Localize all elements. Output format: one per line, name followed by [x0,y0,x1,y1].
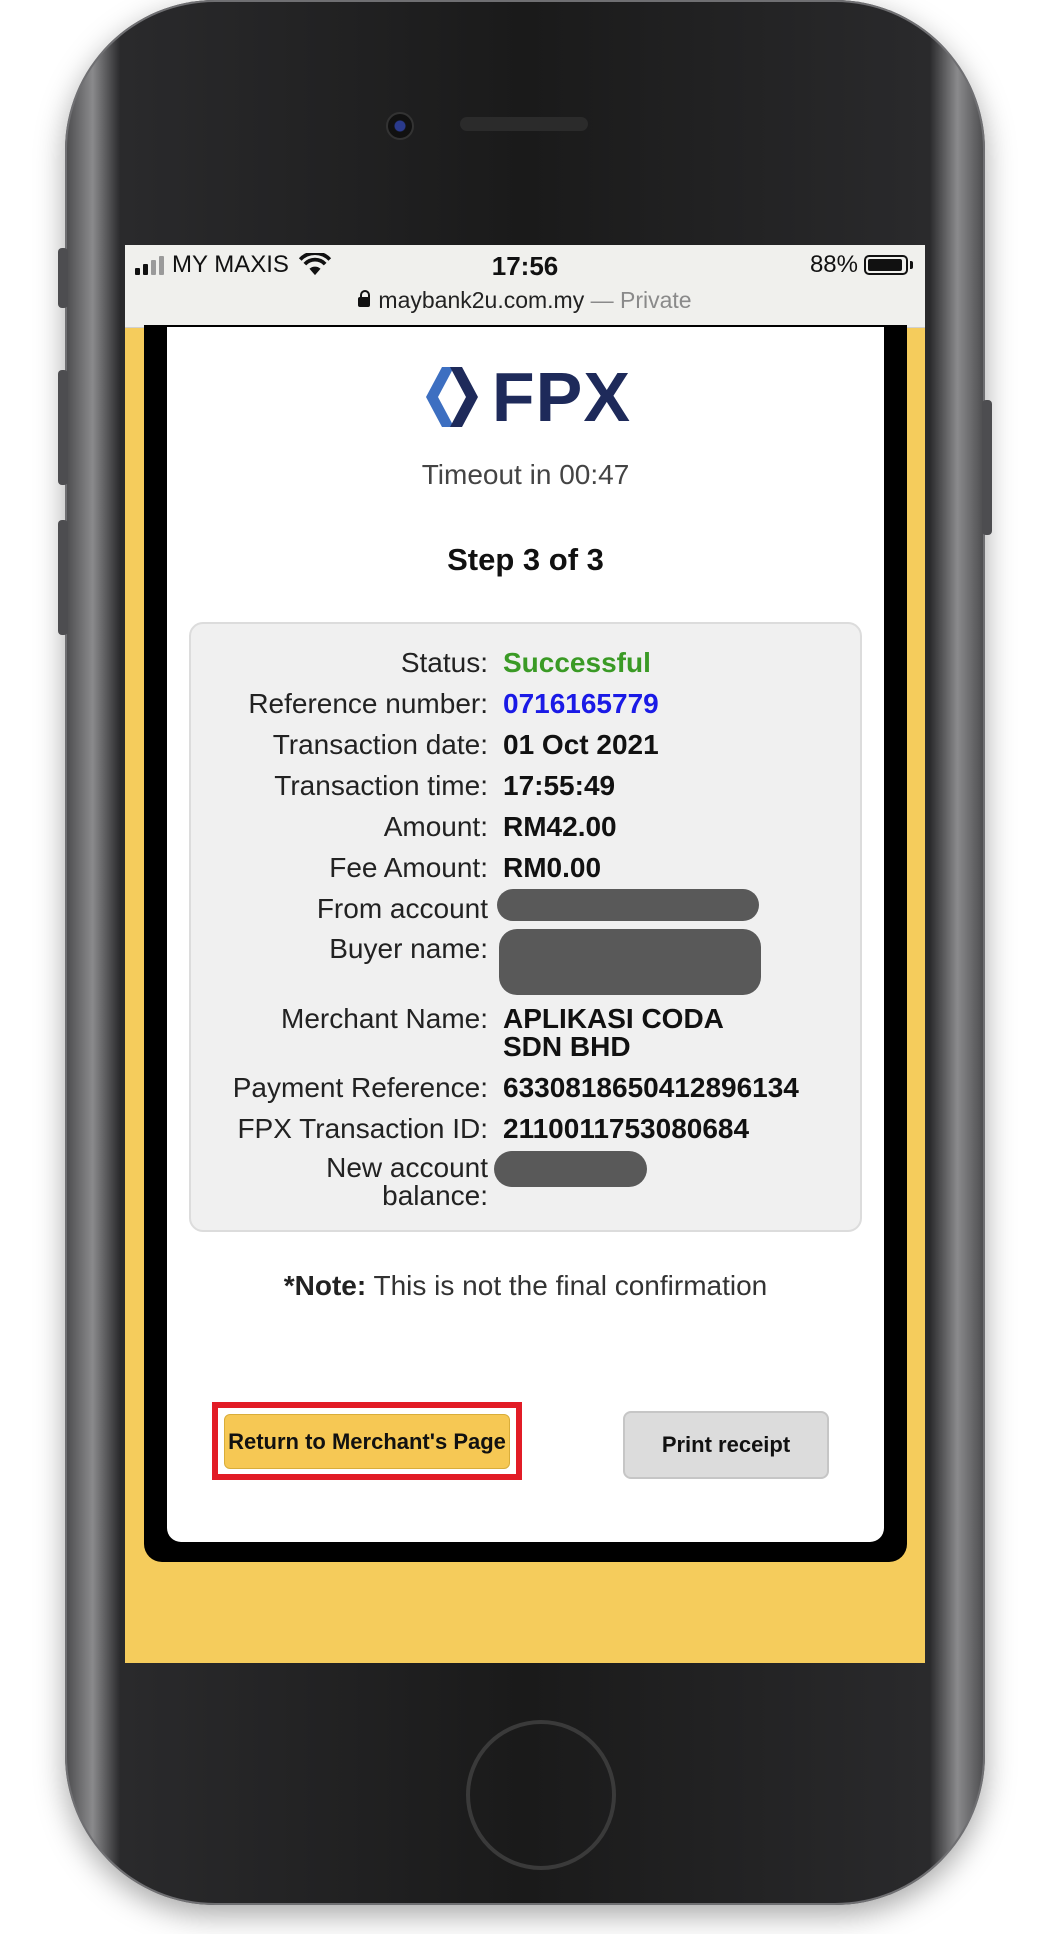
timeout-text: Timeout in 00:47 [421,459,630,490]
balance-label: New account balance: [326,1152,488,1211]
fpx-receipt-modal: FPX Timeout in 00:47 Step 3 of 3 Status:… [167,327,884,1542]
print-receipt-button[interactable]: Print receipt [623,1411,829,1479]
reference-label: Reference number: [248,688,488,719]
status-label: Status: [400,647,488,678]
payment-reference-value: 6330818650412896134 [503,1072,799,1103]
note-text: This is not the final confirmation [366,1270,768,1301]
battery-info: 88% [810,251,913,279]
clock: 17:56 [491,251,559,281]
fpx-diamond-icon [425,367,478,427]
fpx-id-label: FPX Transaction ID: [237,1113,488,1144]
confirmation-note: *Note: This is not the final confirmatio… [167,1270,884,1302]
battery-icon [864,255,908,275]
date-label: Transaction date: [272,729,488,760]
browser-status-bar: MY MAXIS 17:56 88% maybank2u.com.my — Pr… [125,245,925,328]
volume-down-button [58,520,68,635]
fee-label: Fee Amount: [329,852,488,883]
date-value: 01 Oct 2021 [503,729,659,760]
balance-redacted [494,1151,647,1187]
battery-percent: 88% [809,251,858,278]
lock-icon [358,290,371,307]
address-bar[interactable]: maybank2u.com.my — Private [125,287,925,314]
power-button [982,400,992,535]
status-value: Successful [503,647,651,678]
volume-up-button [58,370,68,485]
fpx-id-value: 2110011753080684 [503,1113,750,1144]
transaction-details-panel: Status: Successful Reference number: 071… [189,622,862,1232]
amount-value: RM42.00 [503,811,617,842]
return-to-merchant-button[interactable]: Return to Merchant's Page [224,1414,510,1469]
buyer-name-redacted [499,929,761,995]
battery-tip [910,261,913,269]
fpx-logo: FPX [167,357,884,437]
merchant-label: Merchant Name: [281,1003,488,1034]
fee-value: RM0.00 [503,852,602,883]
step-indicator: Step 3 of 3 [447,542,604,577]
buyer-label: Buyer name: [329,933,488,964]
url-text: maybank2u.com.my [378,287,585,313]
front-camera [386,112,414,140]
mute-switch [58,248,68,308]
phone-screen: MY MAXIS 17:56 88% maybank2u.com.my — Pr… [125,245,925,1663]
amount-label: Amount: [383,811,488,842]
from-account-redacted [497,889,759,921]
time-label: Transaction time: [274,770,488,801]
reference-value: 0716165779 [503,688,659,719]
from-account-label: From account [316,893,488,924]
payment-reference-label: Payment Reference: [232,1072,488,1103]
note-label: *Note: [283,1270,367,1301]
merchant-value: APLIKASI CODA SDN BHD [503,1003,723,1062]
earpiece-speaker [460,117,588,131]
fpx-logo-text: FPX [491,358,632,436]
private-label: — Private [584,287,692,313]
home-button[interactable] [466,1720,616,1870]
time-value: 17:55:49 [503,770,616,801]
